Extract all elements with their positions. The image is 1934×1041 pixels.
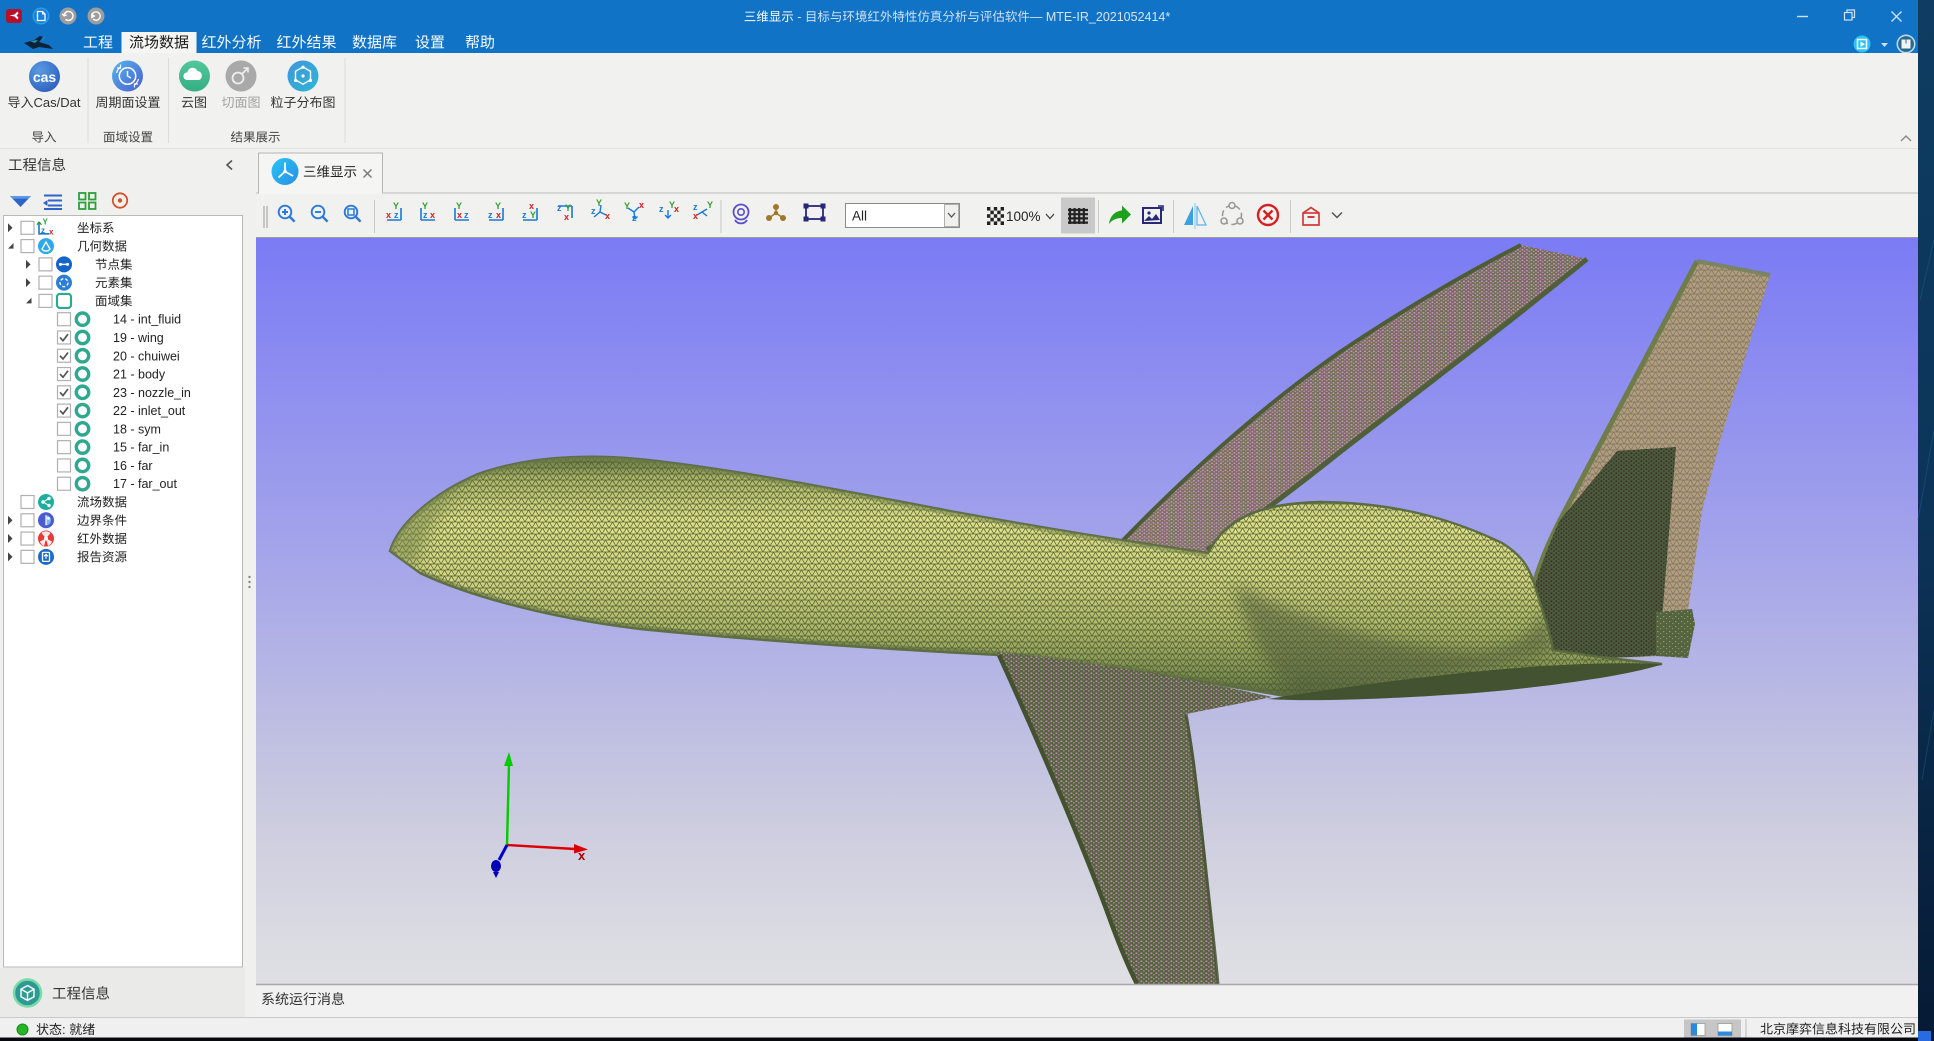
svg-text:x: x — [529, 201, 534, 211]
svg-text:z: z — [632, 213, 637, 223]
svg-text:Y: Y — [422, 201, 428, 211]
svg-text:Y: Y — [530, 210, 536, 220]
svg-text:14 - int_fluid: 14 - int_fluid — [113, 313, 181, 327]
svg-text:z: z — [464, 210, 469, 220]
svg-text:-: - — [794, 10, 805, 24]
svg-text:Y: Y — [596, 198, 602, 208]
svg-text:x: x — [496, 210, 501, 220]
svg-text:100%: 100% — [1006, 209, 1041, 224]
svg-text:17 - far_out: 17 - far_out — [113, 477, 177, 491]
svg-text:21 - body: 21 - body — [113, 368, 166, 382]
svg-text:19 - wing: 19 - wing — [113, 331, 164, 345]
svg-text:z: z — [423, 210, 428, 220]
svg-text:16 - far: 16 - far — [113, 459, 153, 473]
svg-text:x: x — [564, 212, 569, 222]
svg-text:All: All — [852, 209, 867, 224]
svg-text:x: x — [386, 210, 391, 220]
svg-text:Y: Y — [393, 201, 399, 211]
svg-text:Y: Y — [495, 201, 501, 211]
svg-text:23 - nozzle_in: 23 - nozzle_in — [113, 386, 191, 400]
svg-text:x: x — [578, 848, 586, 863]
svg-text:x: x — [674, 204, 679, 214]
svg-text:Cas/Dat: Cas/Dat — [34, 95, 81, 110]
svg-text:x: x — [49, 227, 54, 236]
svg-text:15 - far_in: 15 - far_in — [113, 441, 169, 455]
svg-text:— MTE-IR_2021052414*: — MTE-IR_2021052414* — [1030, 10, 1170, 24]
svg-text:cas: cas — [33, 69, 57, 85]
svg-text::: : — [62, 1022, 69, 1037]
svg-text:z: z — [41, 226, 45, 235]
svg-text:z: z — [394, 210, 399, 220]
svg-text:x: x — [639, 200, 644, 210]
svg-text:x: x — [693, 211, 698, 221]
svg-text:Y: Y — [456, 201, 462, 211]
svg-text:z: z — [557, 203, 562, 213]
svg-text:x: x — [605, 211, 610, 221]
svg-text:22 - inlet_out: 22 - inlet_out — [113, 404, 186, 418]
svg-text:20 - chuiwei: 20 - chuiwei — [113, 349, 180, 363]
svg-text:Y: Y — [624, 201, 630, 211]
svg-text:z: z — [659, 204, 664, 214]
svg-text:x: x — [457, 210, 462, 220]
svg-text:z: z — [522, 210, 527, 220]
svg-text:x: x — [430, 210, 435, 220]
svg-text:Y: Y — [707, 200, 713, 210]
svg-text:z: z — [488, 210, 493, 220]
svg-text:18 - sym: 18 - sym — [113, 422, 161, 436]
